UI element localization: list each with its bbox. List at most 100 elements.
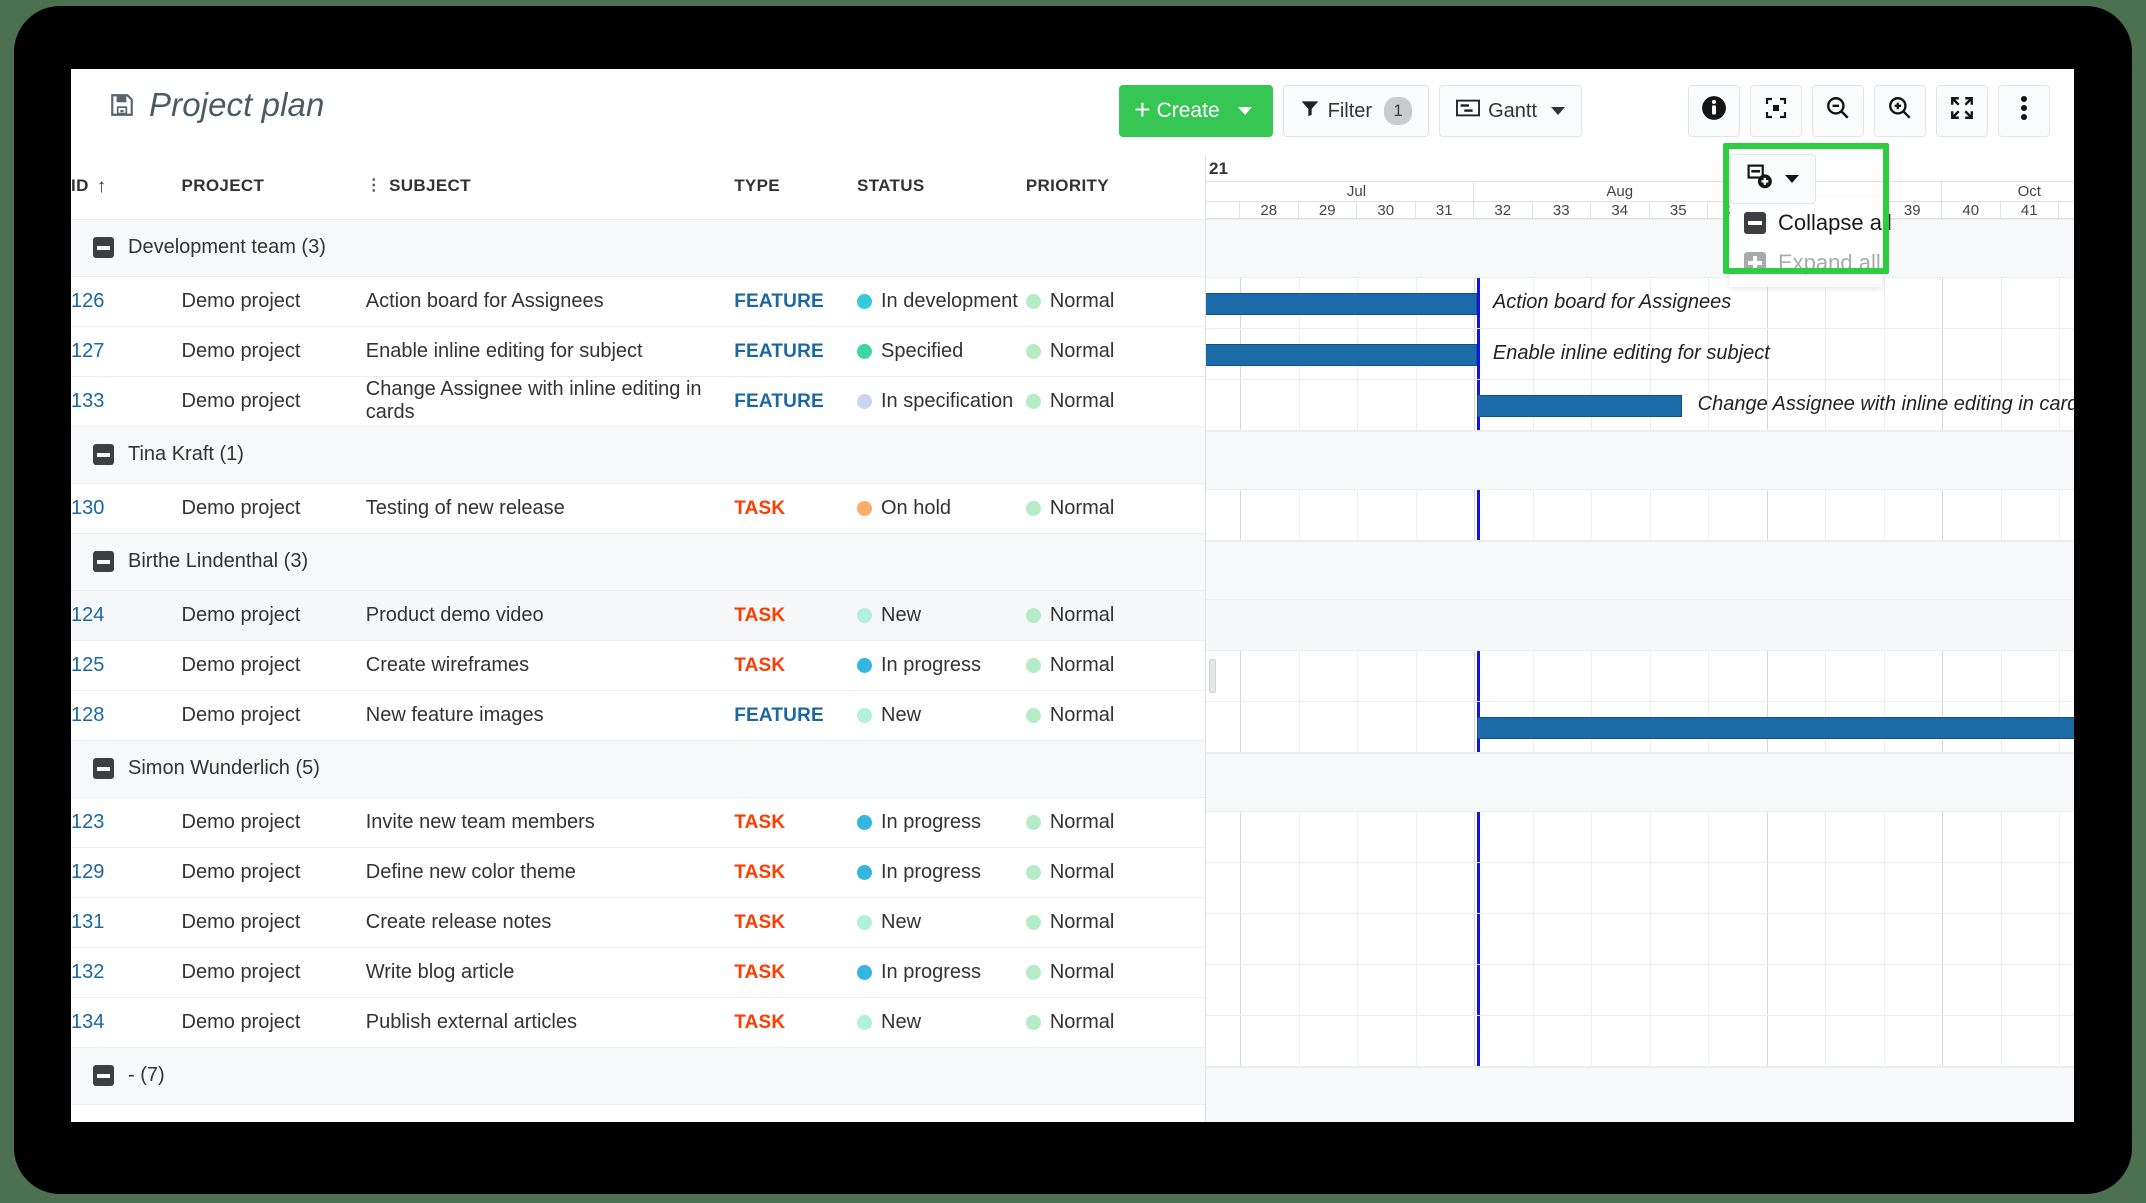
work-package-id-link[interactable]: 129 bbox=[71, 861, 104, 883]
gantt-bar-label: Enable inline editing for subject bbox=[1492, 341, 1770, 364]
info-button[interactable] bbox=[1688, 85, 1740, 137]
group-collapse-toggle[interactable] bbox=[93, 758, 114, 779]
zoom-in-button[interactable] bbox=[1874, 85, 1926, 137]
filter-button[interactable]: Filter 1 bbox=[1282, 85, 1430, 137]
gantt-week-cell: 29 bbox=[1299, 202, 1357, 219]
gantt-group-row[interactable] bbox=[1206, 541, 2074, 600]
cell-project: Demo project bbox=[181, 276, 366, 327]
table-row[interactable]: 126 Demo project Action board for Assignee… bbox=[71, 276, 1205, 327]
collapse-expand-dropdown-button[interactable] bbox=[1730, 154, 1816, 204]
work-package-id-link[interactable]: 123 bbox=[71, 811, 104, 833]
column-header-priority-label: PRIORITY bbox=[1025, 175, 1109, 195]
column-header-subject[interactable]: ⋮ SUBJECT bbox=[366, 155, 734, 219]
gantt-group-row[interactable] bbox=[1206, 753, 2074, 812]
column-header-subject-label: SUBJECT bbox=[389, 176, 471, 196]
table-row[interactable]: 134 Demo project Publish external articles… bbox=[71, 997, 1205, 1048]
cell-id: 123 bbox=[71, 797, 182, 848]
type-badge: FEATURE bbox=[734, 340, 824, 362]
priority-dot-icon bbox=[1025, 343, 1041, 359]
column-header-project[interactable]: PROJECT bbox=[182, 155, 366, 219]
gantt-group-row[interactable] bbox=[1206, 1067, 2074, 1122]
cell-project: Demo project bbox=[181, 326, 366, 377]
gantt-row[interactable] bbox=[1206, 863, 2074, 914]
table-row[interactable]: 125 Demo project Create wireframes TASK In p… bbox=[71, 640, 1205, 691]
column-header-status[interactable]: STATUS bbox=[857, 155, 1026, 219]
gantt-bar[interactable] bbox=[1206, 343, 1477, 366]
menu-item-collapse-all[interactable]: Collapse all bbox=[1730, 203, 1892, 243]
zoom-out-button[interactable] bbox=[1812, 85, 1864, 137]
work-package-id-link[interactable]: 131 bbox=[71, 911, 104, 933]
column-header-type[interactable]: TYPE bbox=[734, 155, 857, 219]
table-row[interactable]: 130 Demo project Testing of new release TAS… bbox=[71, 483, 1205, 534]
cell-id: 134 bbox=[71, 997, 182, 1048]
create-button[interactable]: + Create bbox=[1119, 85, 1273, 137]
table-row[interactable]: 129 Demo project Define new color theme TAS… bbox=[71, 847, 1205, 898]
work-package-id-link[interactable]: 126 bbox=[71, 290, 104, 312]
work-package-id-link[interactable]: 132 bbox=[71, 961, 104, 983]
gantt-bar[interactable] bbox=[1476, 716, 2074, 739]
priority-dot-icon bbox=[1025, 1014, 1041, 1030]
group-row-label: Birthe Lindenthal (3) bbox=[128, 550, 309, 572]
table-head: ID ↑ PROJECT ⋮ SUBJECT TYPE STATUS PRIOR… bbox=[71, 155, 1205, 219]
auto-zoom-button[interactable] bbox=[1750, 85, 1802, 137]
more-options-button[interactable] bbox=[1998, 85, 2050, 137]
priority-dot-icon bbox=[1025, 707, 1041, 723]
status-label: In progress bbox=[881, 860, 982, 883]
menu-item-expand-all[interactable]: Expand all bbox=[1730, 243, 1882, 283]
priority-label: Normal bbox=[1049, 1010, 1115, 1033]
work-package-id-link[interactable]: 128 bbox=[71, 704, 104, 726]
column-header-id[interactable]: ID ↑ bbox=[71, 155, 182, 219]
group-row[interactable]: Simon Wunderlich (5) bbox=[71, 739, 1205, 798]
work-package-id-link[interactable]: 133 bbox=[71, 390, 104, 412]
table-row[interactable]: 124 Demo project Product demo video TASK New… bbox=[71, 590, 1205, 641]
gantt-group-row[interactable] bbox=[1206, 431, 2074, 490]
gantt-row[interactable] bbox=[1206, 914, 2074, 965]
table-row[interactable]: 132 Demo project Write blog article TASK In … bbox=[71, 947, 1205, 998]
gantt-view-button[interactable]: Gantt bbox=[1439, 85, 1582, 137]
column-header-status-label: STATUS bbox=[857, 175, 925, 195]
chevron-down-icon bbox=[1551, 107, 1565, 115]
gantt-row[interactable] bbox=[1206, 651, 2074, 702]
column-header-priority[interactable]: PRIORITY bbox=[1026, 155, 1205, 219]
gantt-bar[interactable] bbox=[1476, 394, 1682, 417]
gantt-row[interactable] bbox=[1206, 965, 2074, 1016]
gantt-row[interactable] bbox=[1206, 1016, 2074, 1067]
group-collapse-toggle[interactable] bbox=[93, 1065, 114, 1086]
cell-type: TASK bbox=[734, 897, 857, 948]
gantt-row[interactable] bbox=[1206, 600, 2074, 651]
group-row-label: - (7) bbox=[128, 1064, 165, 1086]
more-vertical-icon bbox=[2020, 95, 2028, 127]
priority-label: Normal bbox=[1049, 496, 1115, 519]
gantt-week-cell: 34 bbox=[1591, 202, 1650, 219]
group-row[interactable]: Birthe Lindenthal (3) bbox=[71, 532, 1205, 591]
priority-label: Normal bbox=[1049, 389, 1115, 412]
gantt-row[interactable] bbox=[1206, 812, 2074, 863]
work-package-id-link[interactable]: 127 bbox=[71, 340, 104, 362]
group-row[interactable]: Development team (3) bbox=[71, 218, 1205, 277]
gantt-bar[interactable] bbox=[1206, 292, 1477, 315]
work-package-id-link[interactable]: 125 bbox=[71, 654, 104, 676]
work-package-id-link[interactable]: 124 bbox=[71, 604, 104, 626]
group-row-label: Development team (3) bbox=[128, 236, 326, 258]
group-row[interactable]: Tina Kraft (1) bbox=[71, 425, 1205, 484]
gantt-bar-label: Change Assignee with inline editing in c… bbox=[1697, 392, 2074, 415]
cell-status: In development bbox=[857, 276, 1026, 327]
gantt-row[interactable] bbox=[1206, 490, 2074, 541]
table-row[interactable]: 133 Demo project Change Assignee with inli… bbox=[71, 376, 1205, 427]
gantt-rows-area[interactable]: Action board for Assignees Enable inline … bbox=[1206, 219, 2074, 1122]
table-row[interactable]: 128 Demo project New feature images FEATURE… bbox=[71, 690, 1205, 741]
group-row[interactable]: - (7) bbox=[71, 1046, 1205, 1105]
work-package-id-link[interactable]: 134 bbox=[71, 1011, 104, 1033]
table-row[interactable]: 123 Demo project Invite new team members TA… bbox=[71, 797, 1205, 848]
group-collapse-toggle[interactable] bbox=[93, 444, 114, 465]
table-row[interactable]: 127 Demo project Enable inline editing for… bbox=[71, 326, 1205, 377]
cell-status: In progress bbox=[857, 947, 1026, 998]
gantt-group-row[interactable] bbox=[1206, 219, 2074, 278]
fullscreen-button[interactable] bbox=[1936, 85, 1988, 137]
gantt-week-row: 28293031323334353637383940414243 bbox=[1206, 202, 2074, 219]
group-collapse-toggle[interactable] bbox=[93, 551, 114, 572]
group-collapse-toggle[interactable] bbox=[93, 237, 114, 258]
table-row[interactable]: 131 Demo project Create release notes TASK N… bbox=[71, 897, 1205, 948]
work-package-id-link[interactable]: 130 bbox=[71, 497, 104, 519]
collapse-dropdown-slot bbox=[1592, 85, 1678, 137]
